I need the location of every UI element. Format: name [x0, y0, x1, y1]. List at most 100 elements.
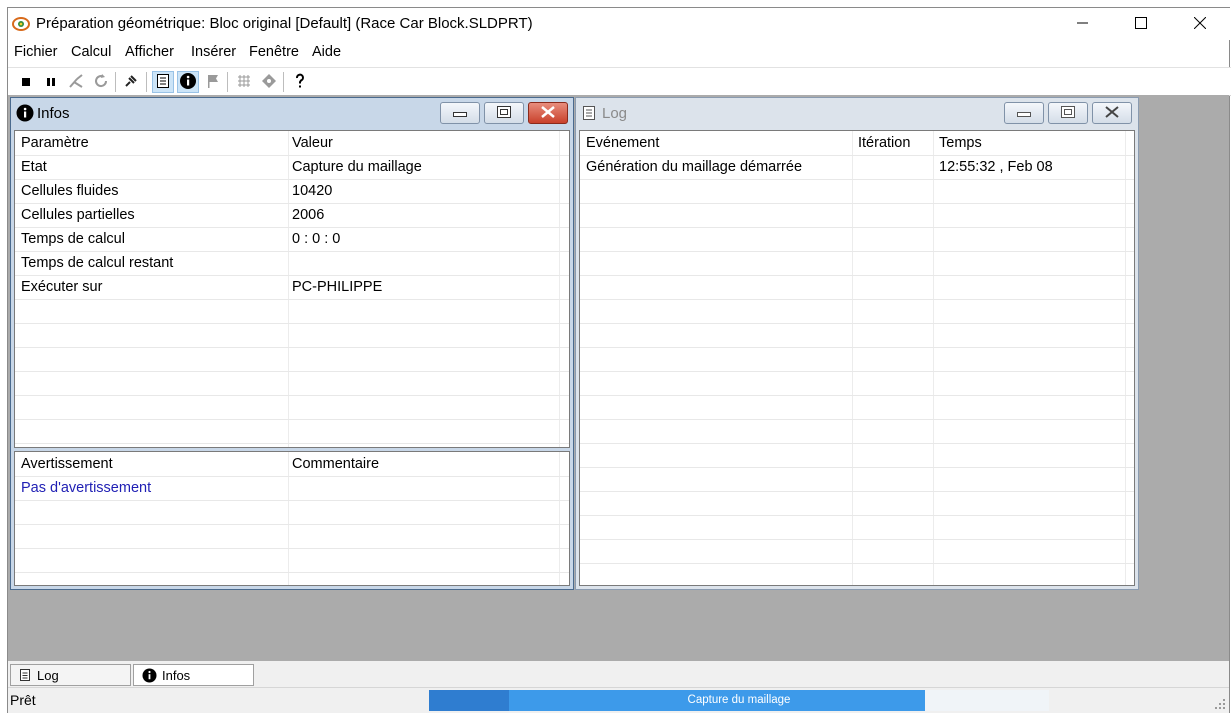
parameter-name: Temps de calcul restant [21, 255, 174, 271]
log-toggle-button[interactable] [152, 71, 174, 93]
table-row-empty [580, 347, 1134, 372]
close-icon [1193, 16, 1207, 32]
log-document-icon [582, 105, 596, 124]
table-row-empty [580, 203, 1134, 228]
column-header-parametre[interactable]: Paramètre [15, 131, 89, 155]
infos-restore-button[interactable] [484, 102, 524, 124]
parameter-value: 10420 [292, 183, 333, 199]
infos-warning-table: Avertissement Commentaire Pas d'avertiss… [14, 451, 570, 586]
table-row[interactable]: Exécuter sur PC-PHILIPPE [15, 275, 569, 300]
parameter-value [286, 251, 292, 275]
table-row-empty [15, 419, 569, 444]
column-header-temps[interactable]: Temps [933, 131, 982, 155]
parameter-name: Cellules partielles [21, 207, 135, 223]
table-row-empty [580, 371, 1134, 396]
table-row[interactable]: Etat Capture du maillage [15, 155, 569, 180]
table-row[interactable]: Temps de calcul 0 : 0 : 0 [15, 227, 569, 252]
table-row-empty [15, 500, 569, 525]
pin-button[interactable] [120, 71, 142, 93]
log-minimize-button[interactable] [1004, 102, 1044, 124]
infos-window: Infos Paramètre Valeur Etat Capture du m… [10, 97, 574, 590]
table-row-empty [580, 467, 1134, 492]
log-title-bar[interactable]: Log [576, 98, 1138, 128]
menu-fichier[interactable]: Fichier [14, 44, 58, 60]
infos-close-button[interactable] [528, 102, 568, 124]
log-title: Log [602, 105, 628, 122]
table-row-empty [15, 299, 569, 324]
infos-title: Infos [37, 105, 70, 122]
table-header-row: Avertissement Commentaire [15, 452, 569, 477]
table-row[interactable]: Temps de calcul restant [15, 251, 569, 276]
table-row-empty [15, 548, 569, 573]
flow-simulation-app-icon [12, 15, 30, 33]
status-text: Prêt [10, 692, 36, 708]
table-row-empty [580, 539, 1134, 564]
flag-icon [206, 73, 220, 92]
menu-inserer[interactable]: Insérer [191, 44, 236, 60]
table-row-empty [580, 179, 1134, 204]
menu-calcul[interactable]: Calcul [71, 44, 111, 60]
infos-parameter-table: Paramètre Valeur Etat Capture du maillag… [14, 130, 570, 448]
menu-fenetre[interactable]: Fenêtre [249, 44, 299, 60]
column-header-evenement[interactable]: Evénement [580, 131, 659, 155]
parameter-name: Cellules fluides [21, 183, 119, 199]
table-row[interactable]: Cellules partielles 2006 [15, 203, 569, 228]
mdi-workspace: Infos Paramètre Valeur Etat Capture du m… [8, 95, 1229, 661]
tab-log[interactable]: Log [10, 664, 131, 686]
log-restore-button[interactable] [1048, 102, 1088, 124]
close-button[interactable] [1177, 8, 1223, 40]
close-icon [541, 105, 555, 121]
grid-button[interactable] [233, 71, 255, 93]
pause-icon [46, 74, 56, 90]
table-row-empty [580, 251, 1134, 276]
help-button[interactable] [289, 71, 311, 93]
flag-button[interactable] [202, 71, 224, 93]
refresh-icon [93, 73, 109, 92]
parameter-value: 0 : 0 : 0 [292, 231, 341, 247]
table-row[interactable]: Génération du maillage démarrée 12:55:32… [580, 155, 1134, 180]
parameter-value: PC-PHILIPPE [292, 279, 383, 295]
log-close-button[interactable] [1092, 102, 1132, 124]
infos-minimize-button[interactable] [440, 102, 480, 124]
minimize-button[interactable] [1060, 8, 1106, 40]
tab-infos-label: Infos [162, 667, 191, 683]
stop-icon [21, 74, 31, 90]
tab-log-label: Log [37, 667, 59, 683]
maximize-button[interactable] [1118, 8, 1164, 40]
column-header-commentaire[interactable]: Commentaire [286, 452, 379, 476]
menu-bar: Fichier Calcul Afficher Insérer Fenêtre … [8, 41, 1231, 65]
resize-grip-icon[interactable] [1214, 697, 1226, 713]
table-row[interactable]: Cellules fluides 10420 [15, 179, 569, 204]
column-header-iteration[interactable]: Itération [852, 131, 910, 155]
event-time: 12:55:32 , Feb 08 [939, 159, 1053, 175]
restore-icon [497, 105, 511, 121]
table-row[interactable]: Pas d'avertissement [15, 476, 569, 501]
pause-button[interactable] [40, 71, 62, 93]
table-header-row: Paramètre Valeur [15, 131, 569, 156]
table-row-empty [580, 227, 1134, 252]
table-row-empty [580, 515, 1134, 540]
table-row-empty [15, 395, 569, 420]
cut-button[interactable] [65, 71, 87, 93]
target-button[interactable] [258, 71, 280, 93]
progress-bar: Capture du maillage [429, 690, 1049, 711]
stop-button[interactable] [15, 71, 37, 93]
window-title: Préparation géométrique: Bloc original [… [36, 15, 533, 32]
column-header-avertissement[interactable]: Avertissement [15, 452, 113, 476]
info-toggle-button[interactable] [177, 71, 199, 93]
progress-label: Capture du maillage [687, 694, 791, 706]
menu-aide[interactable]: Aide [312, 44, 341, 60]
tab-infos[interactable]: Infos [133, 664, 254, 686]
infos-title-bar[interactable]: Infos [11, 98, 573, 128]
table-row-empty [15, 371, 569, 396]
minimize-icon [453, 105, 467, 121]
info-icon [179, 72, 197, 93]
column-header-valeur[interactable]: Valeur [286, 131, 333, 155]
parameter-value: Capture du maillage [292, 159, 422, 175]
menu-afficher[interactable]: Afficher [125, 44, 174, 60]
refresh-button[interactable] [90, 71, 112, 93]
table-row-empty [15, 323, 569, 348]
parameter-name: Exécuter sur [21, 279, 103, 295]
cut-icon [68, 73, 84, 92]
table-row-empty [580, 299, 1134, 324]
